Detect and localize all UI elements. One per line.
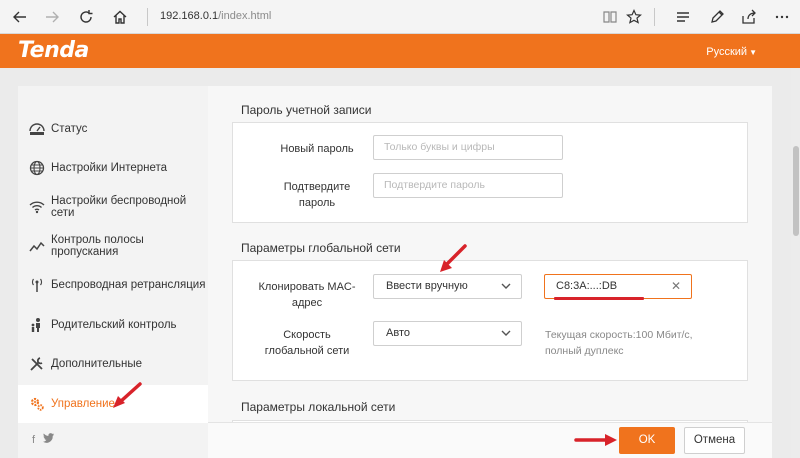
new-password-input[interactable]: Только буквы и цифры — [373, 135, 563, 160]
reading-view-icon[interactable] — [598, 5, 622, 29]
lan-settings-title: Параметры локальной сети — [241, 400, 396, 414]
main-panel: Пароль учетной записи Новый пароль Тольк… — [208, 86, 772, 458]
sidebar-nav: Статус Настройки Интернета Настройки бес… — [18, 86, 208, 458]
address-separator — [147, 8, 148, 26]
clone-mac-label-line1: Клонировать MAC- — [258, 281, 356, 293]
sidebar-item-bandwidth[interactable]: Контроль полосы пропускания — [18, 227, 208, 265]
sidebar-item-label: Настройки беспроводной сети — [51, 195, 187, 219]
sidebar-item-label: Родительский контроль — [51, 319, 177, 331]
url-host: 192.168.0.1 — [160, 10, 219, 22]
sidebar-item-label: Статус — [51, 123, 88, 135]
antenna-icon — [28, 276, 46, 294]
wan-settings-title: Параметры глобальной сети — [241, 241, 401, 255]
sidebar-item-label: Контроль полосы пропускания — [51, 234, 144, 258]
wan-speed-value: Авто — [386, 327, 410, 339]
toolbar-separator — [654, 8, 655, 26]
account-password-title: Пароль учетной записи — [241, 103, 372, 117]
cancel-button[interactable]: Отмена — [684, 427, 745, 454]
tools-icon — [28, 355, 46, 373]
social-links: f — [32, 433, 55, 446]
sidebar-item-label: Дополнительные — [51, 358, 143, 370]
confirm-password-label: Подтвердите пароль — [267, 179, 367, 211]
mac-address-value: C8:3A:...:DB — [556, 280, 618, 292]
url-path: /index.html — [218, 10, 272, 22]
status-icon — [28, 120, 46, 138]
clear-x-icon[interactable]: ✕ — [671, 275, 681, 298]
sidebar-item-label: Управление — [51, 398, 115, 410]
share-icon[interactable] — [737, 5, 761, 29]
scrollbar-thumb[interactable] — [793, 146, 799, 236]
sidebar-item-label: Настройки Интернета — [51, 162, 168, 174]
browser-toolbar: 192.168.0.1/index.html — [0, 0, 800, 34]
facebook-link[interactable]: f — [32, 434, 35, 446]
language-selector[interactable]: Русский ▼ — [706, 46, 757, 58]
sidebar-item-internet[interactable]: Настройки Интернета — [18, 149, 208, 187]
new-password-label: Новый пароль — [280, 143, 354, 155]
speed-hint-line2: полный дуплекс — [545, 345, 624, 357]
annotation-underline — [554, 297, 644, 300]
sidebar-item-advanced[interactable]: Дополнительные — [18, 345, 208, 383]
sidebar-item-repeater[interactable]: Беспроводная ретрансляция — [18, 266, 208, 304]
pen-note-icon[interactable] — [705, 5, 729, 29]
back-arrow-icon[interactable] — [8, 5, 32, 29]
forward-arrow-icon[interactable] — [40, 5, 64, 29]
wifi-icon — [28, 198, 46, 216]
language-label: Русский — [706, 46, 748, 58]
refresh-icon[interactable] — [74, 5, 98, 29]
sidebar-item-parental[interactable]: Родительский контроль — [18, 306, 208, 344]
twitter-icon[interactable] — [43, 433, 55, 446]
confirm-label-line1: Подтвердите — [283, 181, 351, 193]
confirm-password-input[interactable]: Подтвердите пароль — [373, 173, 563, 198]
globe-icon — [28, 159, 46, 177]
clone-mac-mode: Ввести вручную — [386, 280, 468, 292]
chevron-down-icon — [500, 278, 512, 303]
current-speed-hint: Текущая скорость:100 Мбит/с, полный дупл… — [545, 327, 745, 359]
chevron-down-icon — [500, 325, 512, 350]
page-scrollbar[interactable] — [791, 68, 800, 458]
caret-down-icon: ▼ — [749, 48, 757, 57]
more-dots-icon[interactable] — [770, 5, 794, 29]
bandwidth-icon — [28, 237, 46, 255]
sidebar-item-management[interactable]: Управление — [18, 385, 208, 423]
sidebar-item-wireless[interactable]: Настройки беспроводной сети — [18, 188, 208, 226]
sidebar-item-label: Беспроводная ретрансляция — [51, 279, 206, 291]
wan-speed-label-line2: глобальной сети — [264, 345, 350, 357]
wan-speed-select[interactable]: Авто — [373, 321, 522, 346]
sidebar-item-status[interactable]: Статус — [18, 110, 208, 148]
confirm-label-line2: пароль — [298, 197, 336, 209]
wan-speed-label: Скорость глобальной сети — [247, 327, 367, 359]
favorite-star-icon[interactable] — [622, 5, 646, 29]
mac-address-input[interactable]: C8:3A:...:DB ✕ — [544, 274, 692, 299]
hub-menu-icon[interactable] — [671, 5, 695, 29]
clone-mac-select[interactable]: Ввести вручную — [373, 274, 522, 299]
ok-button[interactable]: OK — [619, 427, 675, 454]
wan-settings-card: Клонировать MAC- адрес Ввести вручную C8… — [232, 260, 748, 381]
home-icon[interactable] — [108, 5, 132, 29]
clone-mac-label-line2: адрес — [291, 297, 323, 309]
tenda-logo: Tenda — [18, 38, 89, 63]
account-password-card: Новый пароль Только буквы и цифры Подтве… — [232, 122, 748, 223]
clone-mac-label: Клонировать MAC- адрес — [247, 279, 367, 311]
speed-hint-line1: Текущая скорость:100 Мбит/с, — [545, 329, 693, 341]
parent-icon — [28, 316, 46, 334]
address-bar[interactable]: 192.168.0.1/index.html — [160, 10, 271, 22]
gears-icon — [28, 395, 46, 413]
wan-speed-label-line1: Скорость — [283, 329, 331, 341]
router-header: Tenda Русский ▼ — [0, 34, 800, 68]
